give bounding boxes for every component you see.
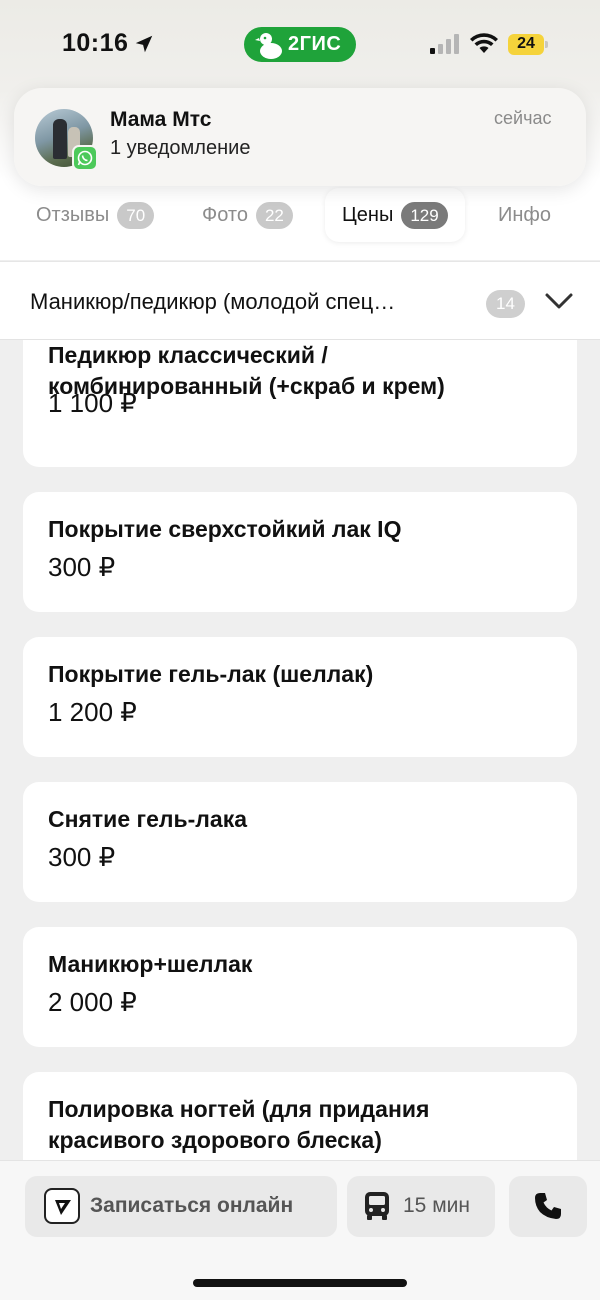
tab-count-badge: 129 — [401, 201, 448, 229]
book-online-label: Записаться онлайн — [90, 1194, 294, 1217]
tab-photos[interactable]: Фото 22 — [202, 188, 293, 242]
wifi-icon — [470, 33, 498, 53]
service-name: Покрытие сверхстойкий лак IQ — [48, 516, 402, 542]
category-dropdown[interactable]: Маникюр/педикюр (молодой спец… 14 — [0, 261, 600, 340]
tab-count-badge: 70 — [117, 201, 155, 229]
service-name: Маникюр+шеллак — [48, 951, 253, 977]
tab-info[interactable]: Инфо — [498, 188, 551, 242]
price-card[interactable]: Покрытие сверхстойкий лак IQ 300 ₽ — [23, 492, 577, 612]
service-name: Покрытие гель-лак (шеллак) — [48, 661, 374, 687]
battery-indicator: 24 — [508, 34, 548, 55]
notification-title: Мама Мтс — [110, 108, 212, 131]
service-name: Снятие гель-лака — [48, 806, 247, 832]
service-price: 300 ₽ — [48, 552, 116, 582]
price-card[interactable]: Педикюр классический / комбинированный (… — [23, 340, 577, 467]
tab-count-badge: 22 — [255, 201, 293, 229]
app-badge-2gis[interactable]: 2ГИС — [244, 27, 356, 62]
route-button[interactable]: 15 мин — [347, 1176, 495, 1237]
tab-prices[interactable]: Цены 129 — [325, 188, 465, 242]
duck-logo-icon — [255, 33, 282, 59]
clock: 10:16 — [62, 29, 129, 57]
price-card[interactable]: Полировка ногтей (для придания красивого… — [23, 1072, 577, 1160]
service-price: 2 000 ₽ — [48, 987, 137, 1017]
book-online-button[interactable]: Записаться онлайн — [25, 1176, 337, 1237]
tab-reviews[interactable]: Отзывы 70 — [36, 188, 155, 242]
home-indicator[interactable] — [193, 1279, 407, 1287]
price-list: Педикюр классический / комбинированный (… — [0, 340, 600, 1160]
booking-logo-icon — [44, 1188, 80, 1224]
cellular-signal-icon — [430, 34, 459, 54]
section-tabs: Отзывы 70 Фото 22 Цены 129 Инфо — [0, 188, 600, 244]
price-card[interactable]: Снятие гель-лака 300 ₽ — [23, 782, 577, 902]
notification-time: сейчас — [494, 108, 552, 128]
phone-icon — [535, 1193, 561, 1219]
whatsapp-icon — [72, 145, 98, 171]
chevron-down-icon — [545, 293, 573, 309]
service-price: 1 200 ₽ — [48, 697, 137, 727]
service-name: Полировка ногтей (для придания красивого… — [48, 1096, 430, 1153]
notification-subtitle: 1 уведомление — [110, 137, 251, 159]
route-time: 15 мин — [403, 1194, 470, 1217]
app-badge-label: 2ГИС — [288, 33, 342, 55]
service-price: 300 ₽ — [48, 842, 116, 872]
whatsapp-notification[interactable]: Мама Мтс 1 уведомление сейчас — [14, 88, 586, 186]
category-label: Маникюр/педикюр (молодой спец… — [30, 289, 396, 314]
price-card[interactable]: Маникюр+шеллак 2 000 ₽ — [23, 927, 577, 1047]
status-bar: 10:16 2ГИС 24 — [0, 0, 600, 90]
battery-level: 24 — [517, 35, 535, 52]
bus-icon — [365, 1192, 389, 1220]
service-price: 1 100 ₽ — [48, 388, 137, 418]
call-button[interactable] — [509, 1176, 587, 1237]
price-card[interactable]: Покрытие гель-лак (шеллак) 1 200 ₽ — [23, 637, 577, 757]
category-count-badge: 14 — [486, 290, 525, 318]
location-arrow-icon — [135, 35, 153, 53]
